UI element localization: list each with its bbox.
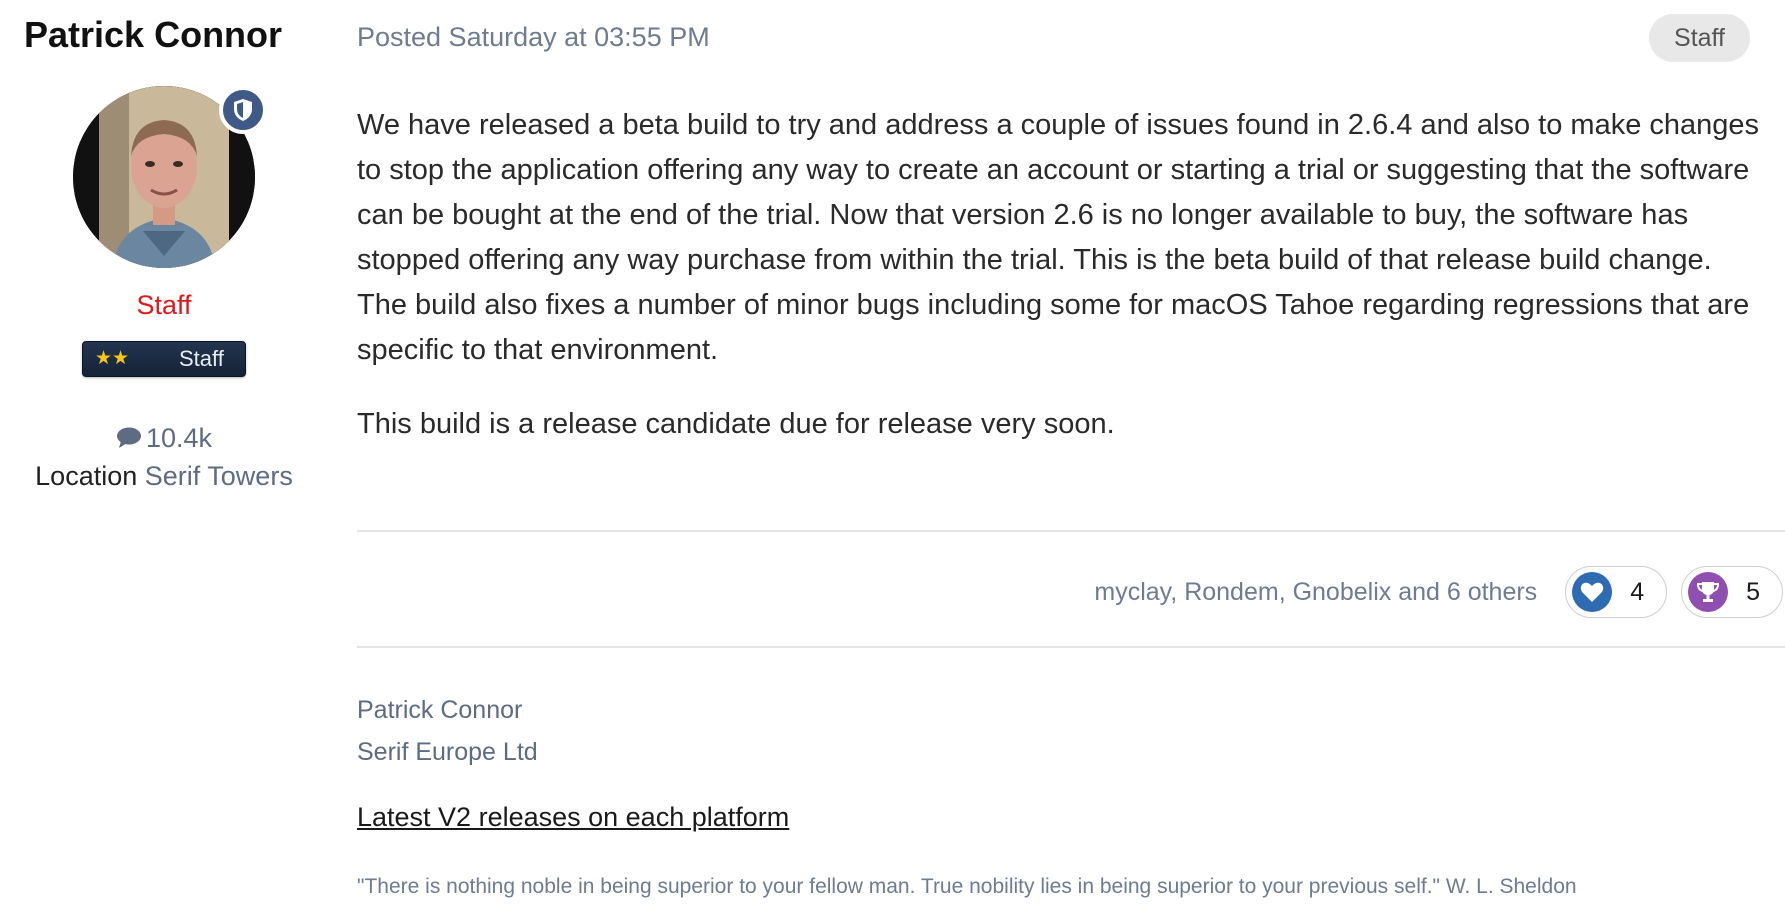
- author-name[interactable]: Patrick Connor: [24, 14, 282, 56]
- signature-releases-link[interactable]: Latest V2 releases on each platform: [357, 802, 789, 833]
- signature-company: Serif Europe Ltd: [357, 738, 538, 766]
- divider: [357, 530, 1785, 532]
- author-location: Location Serif Towers: [0, 461, 328, 492]
- post-timestamp[interactable]: Posted Saturday at 03:55 PM: [357, 22, 710, 53]
- rank-stars-icon: ★★: [95, 348, 130, 369]
- reactions-bar: myclay, Rondem, Gnobelix and 6 others 4: [1094, 565, 1783, 619]
- divider: [357, 646, 1785, 648]
- reaction-count: 4: [1630, 577, 1645, 606]
- reacted-users-link[interactable]: myclay, Rondem, Gnobelix and 6 others: [1094, 578, 1537, 607]
- reaction-count: 5: [1746, 577, 1760, 606]
- post-paragraph: The build also fixes a number of minor b…: [357, 289, 1750, 366]
- post-count: 10.4k: [0, 423, 328, 456]
- post-count-value: 10.4k: [145, 423, 213, 453]
- member-group: Staff: [136, 290, 192, 320]
- rank-badge: ★★ Staff: [82, 341, 246, 377]
- forum-post: Patrick Connor Staff ★★ Staff 10.4k Loca…: [0, 0, 1785, 913]
- author-panel: Patrick Connor Staff ★★ Staff 10.4k Loca…: [0, 0, 300, 913]
- location-label: Location: [35, 461, 138, 491]
- reaction-trophy-button[interactable]: 5: [1681, 566, 1783, 618]
- post-paragraph: This build is a release candidate due fo…: [357, 408, 1115, 440]
- comment-bubble-icon: [116, 425, 142, 456]
- reaction-like-button[interactable]: 4: [1565, 566, 1668, 618]
- avatar-container[interactable]: [73, 86, 267, 268]
- staff-badge: Staff: [1649, 14, 1750, 62]
- trophy-icon: [1688, 572, 1729, 612]
- heart-icon: [1572, 572, 1613, 612]
- post-paragraph: We have released a beta build to try and…: [357, 109, 1760, 276]
- moderator-shield-icon: [219, 86, 267, 134]
- rank-label: Staff: [179, 346, 224, 371]
- post-content-area: Posted Saturday at 03:55 PM Staff We hav…: [357, 0, 1785, 913]
- location-value: Serif Towers: [144, 461, 293, 491]
- signature-name: Patrick Connor: [357, 696, 523, 724]
- post-body: We have released a beta build to try and…: [357, 103, 1767, 447]
- signature-quote: "There is nothing noble in being superio…: [357, 875, 1577, 898]
